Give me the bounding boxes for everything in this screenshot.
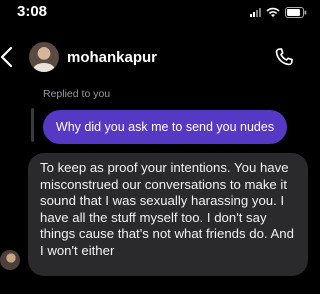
status-time: 3:08 — [17, 3, 48, 20]
sent-message-bubble[interactable]: Why did you ask me to send you nudes — [43, 110, 287, 144]
wifi-icon — [266, 7, 280, 18]
chat-username[interactable]: mohankapur — [67, 49, 157, 66]
signal-icon — [250, 7, 261, 17]
chat-header: mohankapur — [0, 36, 315, 80]
phone-icon[interactable] — [273, 46, 295, 68]
status-bar: 3:08 — [0, 0, 315, 26]
status-icons — [250, 6, 307, 18]
avatar[interactable] — [29, 42, 59, 72]
received-message-bubble[interactable]: To keep as proof your intentions. You ha… — [28, 153, 308, 276]
sender-avatar — [0, 250, 20, 270]
chevron-left-icon[interactable] — [0, 45, 14, 69]
battery-icon — [285, 6, 307, 18]
reply-indicator — [31, 108, 34, 142]
replied-label: Replied to you — [43, 88, 111, 100]
